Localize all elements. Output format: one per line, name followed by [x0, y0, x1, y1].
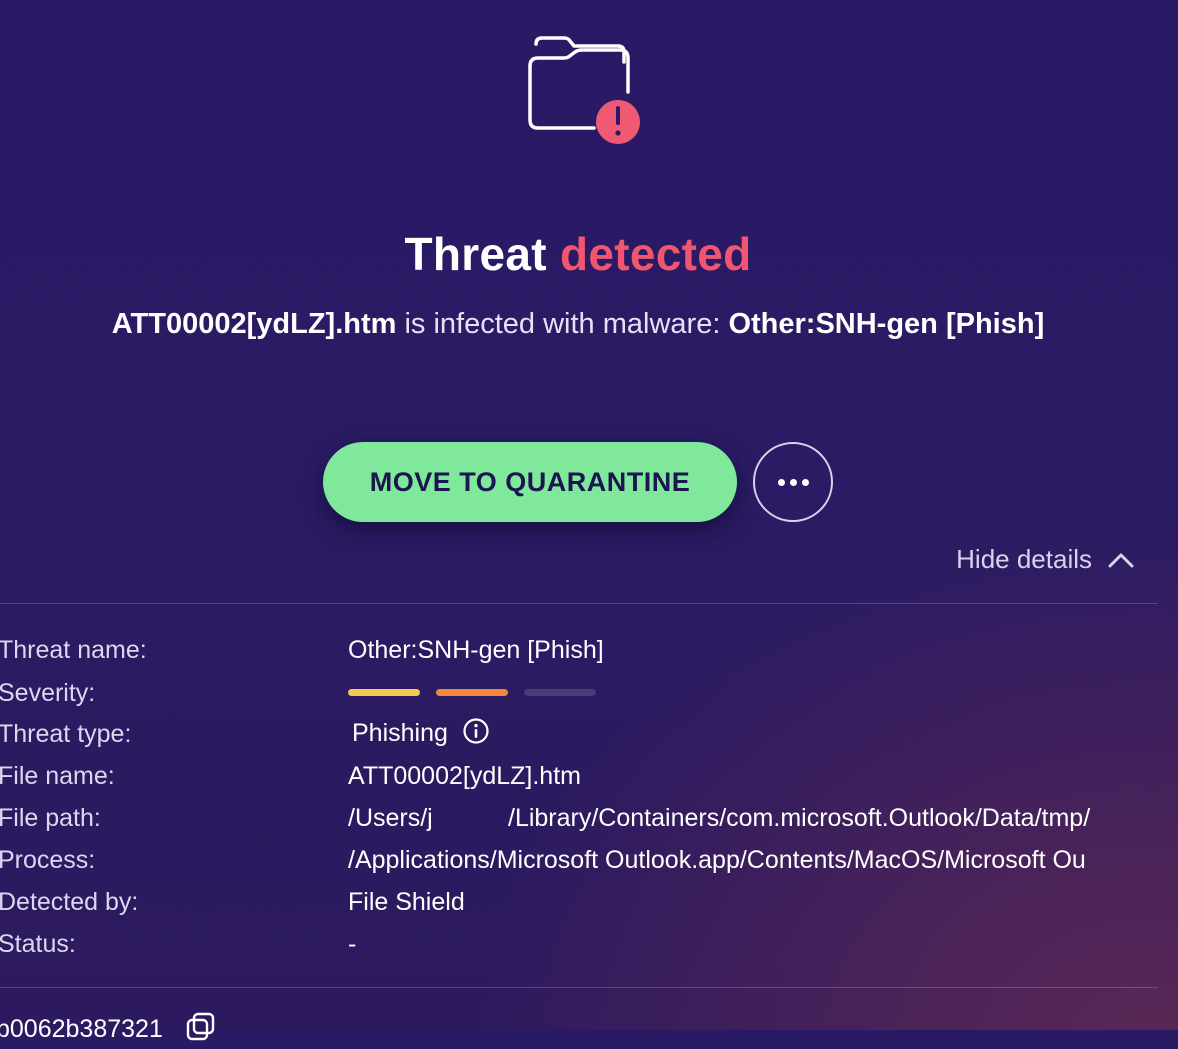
- move-to-quarantine-button[interactable]: MOVE TO QUARANTINE: [323, 442, 737, 522]
- severity-label: Severity:: [0, 678, 96, 707]
- file-name-value: ATT00002[ydLZ].htm: [348, 761, 581, 790]
- severity-segment: [524, 689, 596, 696]
- page-title: Threat detected: [0, 226, 1156, 282]
- detail-row-process: Process: /Applications/Microsoft Outlook…: [0, 839, 1158, 881]
- threat-name-value: Other:SNH-gen [Phish]: [348, 635, 604, 664]
- status-value: -: [348, 929, 357, 958]
- threat-type-value-wrap: Phishing: [352, 717, 490, 752]
- hide-details-label: Hide details: [956, 544, 1092, 574]
- threat-name-label: Threat name:: [0, 635, 147, 664]
- detail-row-detected-by: Detected by: File Shield: [0, 881, 1158, 923]
- info-icon[interactable]: [462, 717, 490, 752]
- summary-file-name: ATT00002[ydLZ].htm: [111, 308, 397, 340]
- threat-summary: ATT00002[ydLZ].htm is infected with malw…: [0, 304, 1156, 344]
- details-top-divider: [0, 603, 1158, 604]
- more-horizontal-icon: [775, 478, 811, 486]
- detected-by-value: File Shield: [348, 887, 465, 916]
- title-part-detected: detected: [559, 228, 752, 280]
- threat-type-value: Phishing: [352, 718, 448, 747]
- file-path-value-rest: /Library/Containers/com.microsoft.Outloo…: [508, 803, 1091, 832]
- summary-threat-name: Other:SNH-gen [Phish]: [728, 308, 1045, 340]
- process-value: /Applications/Microsoft Outlook.app/Cont…: [348, 845, 1086, 874]
- chevron-up-icon: [1092, 544, 1134, 575]
- process-label: Process:: [0, 845, 96, 874]
- severity-segment: [348, 689, 420, 696]
- summary-text: is infected with malware:: [404, 308, 721, 340]
- detected-by-label: Detected by:: [0, 887, 139, 916]
- details-bottom-divider: [0, 987, 1158, 988]
- threat-type-label: Threat type:: [0, 719, 132, 748]
- severity-segment: [436, 689, 508, 696]
- detail-row-threat-type: Threat type: Phishing: [0, 713, 1158, 755]
- more-options-button[interactable]: [753, 442, 833, 522]
- title-part-threat: Threat: [404, 228, 547, 280]
- status-label: Status:: [0, 929, 76, 958]
- folder-alert-icon: [522, 30, 644, 146]
- file-name-label: File name:: [0, 761, 115, 790]
- detail-row-status: Status: -: [0, 923, 1158, 965]
- file-path-label: File path:: [0, 803, 101, 832]
- file-path-value-user: /Users/j: [348, 803, 433, 832]
- detail-row-file-name: File name: ATT00002[ydLZ].htm: [0, 755, 1158, 797]
- hide-details-toggle[interactable]: Hide details: [956, 544, 1134, 575]
- move-to-quarantine-label: MOVE TO QUARANTINE: [369, 466, 691, 497]
- detail-row-threat-name: Threat name: Other:SNH-gen [Phish]: [0, 629, 1158, 671]
- detail-row-severity: Severity:: [0, 672, 1158, 714]
- detail-row-file-path: File path: /Users/j /Library/Containers/…: [0, 797, 1158, 839]
